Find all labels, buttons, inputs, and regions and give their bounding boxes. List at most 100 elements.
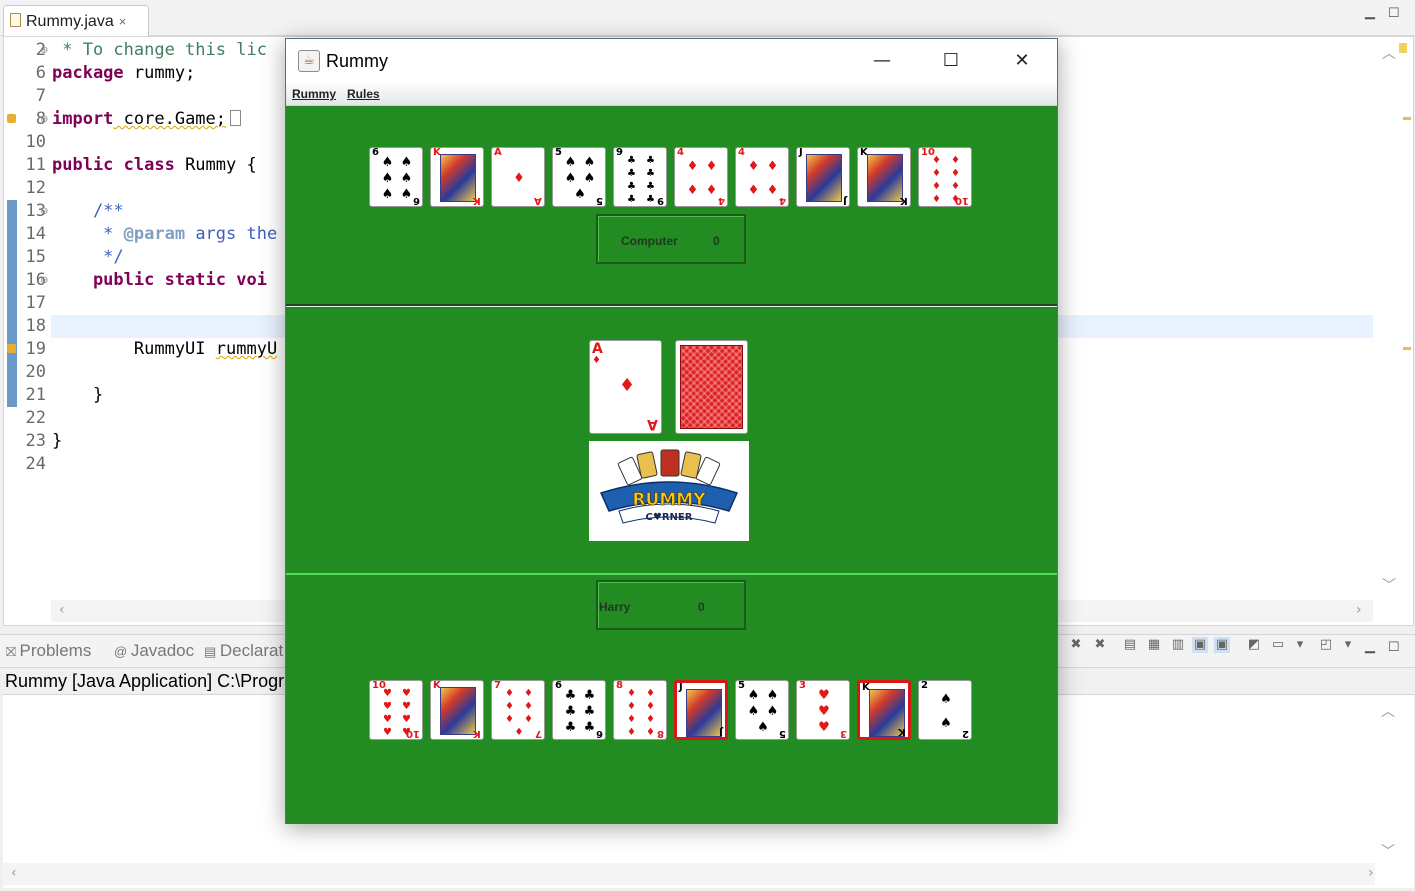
player-panel: Harry 0 10♥♥♥♥♥♥♥♥♥♥10KK7♦♦♦♦♦♦♦76♣♣♣♣♣♣… [286,573,1057,824]
computer-hand-card[interactable]: 6 ♠ ♠ ♠ ♠ ♠ ♠ 6 [369,147,423,207]
warning-marker-icon[interactable] [7,344,16,353]
fold-collapse-icon[interactable]: ⊖ [40,275,48,286]
card-back-pattern [680,345,743,429]
draw-pile-card[interactable] [675,340,748,434]
word-wrap-icon[interactable]: ▥ [1170,637,1186,653]
card-rank: 5 [779,728,786,739]
suit-pip-icon: ♦ [524,714,533,725]
editor-tab-rummy-java[interactable]: Rummy.java × [3,5,149,36]
display-console-icon[interactable]: ▭ [1270,637,1286,653]
card-rank: J [843,195,847,206]
line-number: 15 [25,247,46,267]
close-button[interactable]: ✕ [999,47,1045,75]
view-maximize-icon[interactable]: ☐ [1388,5,1400,21]
chevron-down-icon[interactable]: ▾ [1292,637,1308,653]
computer-hand-card[interactable]: KK [857,147,911,207]
console-hscroll[interactable] [3,863,1375,885]
view-minimize-icon[interactable]: ▁ [1365,4,1375,20]
fold-expand-icon[interactable]: ⊕ [40,114,48,125]
console-minimize-icon[interactable]: ▁ [1365,638,1375,654]
open-console-icon[interactable]: ◰ [1318,637,1334,653]
menu-rules[interactable]: Rules [347,87,380,101]
player-hand-card[interactable]: 10♥♥♥♥♥♥♥♥♥♥10 [369,680,423,740]
suit-pip-icon: ♠ [583,170,596,186]
discard-pile-card[interactable]: A ♦ ♦ A [589,340,662,434]
fold-expand-icon[interactable]: ⊕ [40,45,48,56]
scroll-down-icon[interactable]: ﹀ [1382,575,1396,595]
window-title-bar[interactable]: ☕ Rummy — ☐ ✕ [286,39,1057,83]
rummy-window: ☕ Rummy — ☐ ✕ Rummy Rules 6 ♠ ♠ ♠ ♠ ♠ ♠ 6 K K A ♦ A 5… [285,38,1058,824]
computer-hand: 6♠♠♠♠♠♠6KKA♦A5♠♠♠♠♠59♣♣♣♣♣♣♣♣♣94♦♦♦♦44♦♦… [369,147,979,209]
scroll-up-icon[interactable]: ︿ [1381,701,1395,721]
computer-hand-card[interactable]: 10♦♦♦♦♦♦♦♦♦♦10 [918,147,972,207]
minimize-button[interactable]: — [859,47,905,75]
player-hand-card[interactable]: 2 ♠ ♠ 2 [918,680,972,740]
tab-close-icon[interactable]: × [119,14,127,29]
menu-rummy[interactable]: Rummy [292,87,336,101]
maximize-button[interactable]: ☐ [928,47,974,75]
show-on-stdout-icon[interactable]: ▣ [1192,637,1208,653]
console-maximize-icon[interactable]: ☐ [1388,639,1400,655]
player-hand-card[interactable]: 7 ♦ ♦ ♦ ♦ ♦ ♦ ♦ 7 [491,680,545,740]
pin-console-icon[interactable]: ◩ [1246,637,1262,653]
computer-hand-card[interactable]: KK [430,147,484,207]
overview-ruler-marker[interactable] [1403,347,1411,350]
rummy-corner-logo: RUMMY C♥RNER [589,441,749,541]
chevron-down-icon[interactable]: ▾ [1340,637,1356,653]
suit-pip-icon: ♦ [513,170,525,186]
line-number: 11 [25,155,46,175]
computer-hand-card[interactable]: 4 ♦ ♦ ♦ ♦ 4 [735,147,789,207]
suit-pip-icon: ♣ [583,687,596,703]
suit-pip-icon: ♦ [505,701,514,712]
suit-pip-icon: ♥ [402,688,411,699]
scroll-left-icon[interactable]: ‹ [59,602,65,618]
suit-pip-icon: ♣ [564,687,577,703]
scroll-up-icon[interactable]: ︿ [1382,43,1396,63]
rummy-logo-art: RUMMY C♥RNER [599,449,739,524]
computer-hand-card[interactable]: A ♦ A [491,147,545,207]
suit-pip-icon: ♣ [632,206,649,207]
folded-block-icon[interactable] [230,110,242,126]
computer-hand-card[interactable]: 9♣♣♣♣♣♣♣♣♣9 [613,147,667,207]
tab-declaration[interactable]: ▤ Declarat [204,641,283,661]
suit-pip-icon: ♦ [932,155,941,166]
card-pips: ♦ ♦ ♦ ♦ [744,154,782,202]
player-hand-card[interactable]: KK [430,680,484,740]
scroll-right-icon[interactable]: › [1368,865,1374,881]
suit-pip-icon: ♠ [381,154,394,170]
logo-text-corner: C♥RNER [646,512,693,523]
scroll-left-icon[interactable]: ‹ [11,865,17,881]
scroll-right-icon[interactable]: › [1356,602,1362,618]
player-hand: 10♥♥♥♥♥♥♥♥♥♥10KK7♦♦♦♦♦♦♦76♣♣♣♣♣♣68♦♦♦♦♦♦… [369,680,979,742]
java-cup-icon: ☕ [298,50,320,72]
player-hand-card[interactable]: 3 ♥ ♥ ♥ 3 [796,680,850,740]
card-pips: ♠ ♠ ♠ ♠ ♠ [561,154,599,202]
player-hand-card[interactable]: 6 ♣ ♣ ♣ ♣ ♣ ♣ 6 [552,680,606,740]
tab-javadoc[interactable]: @ Javadoc [114,641,194,661]
player-hand-card[interactable]: 8 ♦ ♦ ♦ ♦ ♦ ♦ ♦ ♦ 8 [613,680,667,740]
suit-pip-icon: ♦ [766,158,779,174]
remove-all-terminated-icon[interactable]: ✖ [1092,637,1108,653]
player-hand-card[interactable]: 5 ♠ ♠ ♠ ♠ ♠ 5 [735,680,789,740]
suit-pip-icon: ♥ [383,727,392,738]
player-hand-card[interactable]: KK [857,680,911,740]
card-rank: 8 [657,728,664,739]
terminate-icon[interactable]: ✖ [1068,637,1084,653]
computer-hand-card[interactable]: 5 ♠ ♠ ♠ ♠ ♠ 5 [552,147,606,207]
scroll-lock-icon[interactable]: ▦ [1146,637,1162,653]
show-on-stderr-icon[interactable]: ▣ [1214,637,1230,653]
computer-hand-card[interactable]: JJ [796,147,850,207]
warning-marker-icon[interactable] [7,114,16,123]
problems-icon: ⛝ [6,644,20,659]
clear-console-icon[interactable]: ▤ [1122,637,1138,653]
computer-hand-card[interactable]: 4 ♦ ♦ ♦ ♦ 4 [674,147,728,207]
tab-problems[interactable]: ⛝ Problems [6,641,91,661]
suit-pip-icon: ♣ [627,168,636,179]
overview-ruler-marker[interactable] [1399,43,1407,53]
card-rank: K [898,726,906,737]
suit-pip-icon: ♦ [947,206,964,207]
scroll-down-icon[interactable]: ﹀ [1381,841,1395,861]
fold-collapse-icon[interactable]: ⊖ [40,206,48,217]
overview-ruler-marker[interactable] [1403,117,1411,120]
player-hand-card[interactable]: JJ [674,680,728,740]
